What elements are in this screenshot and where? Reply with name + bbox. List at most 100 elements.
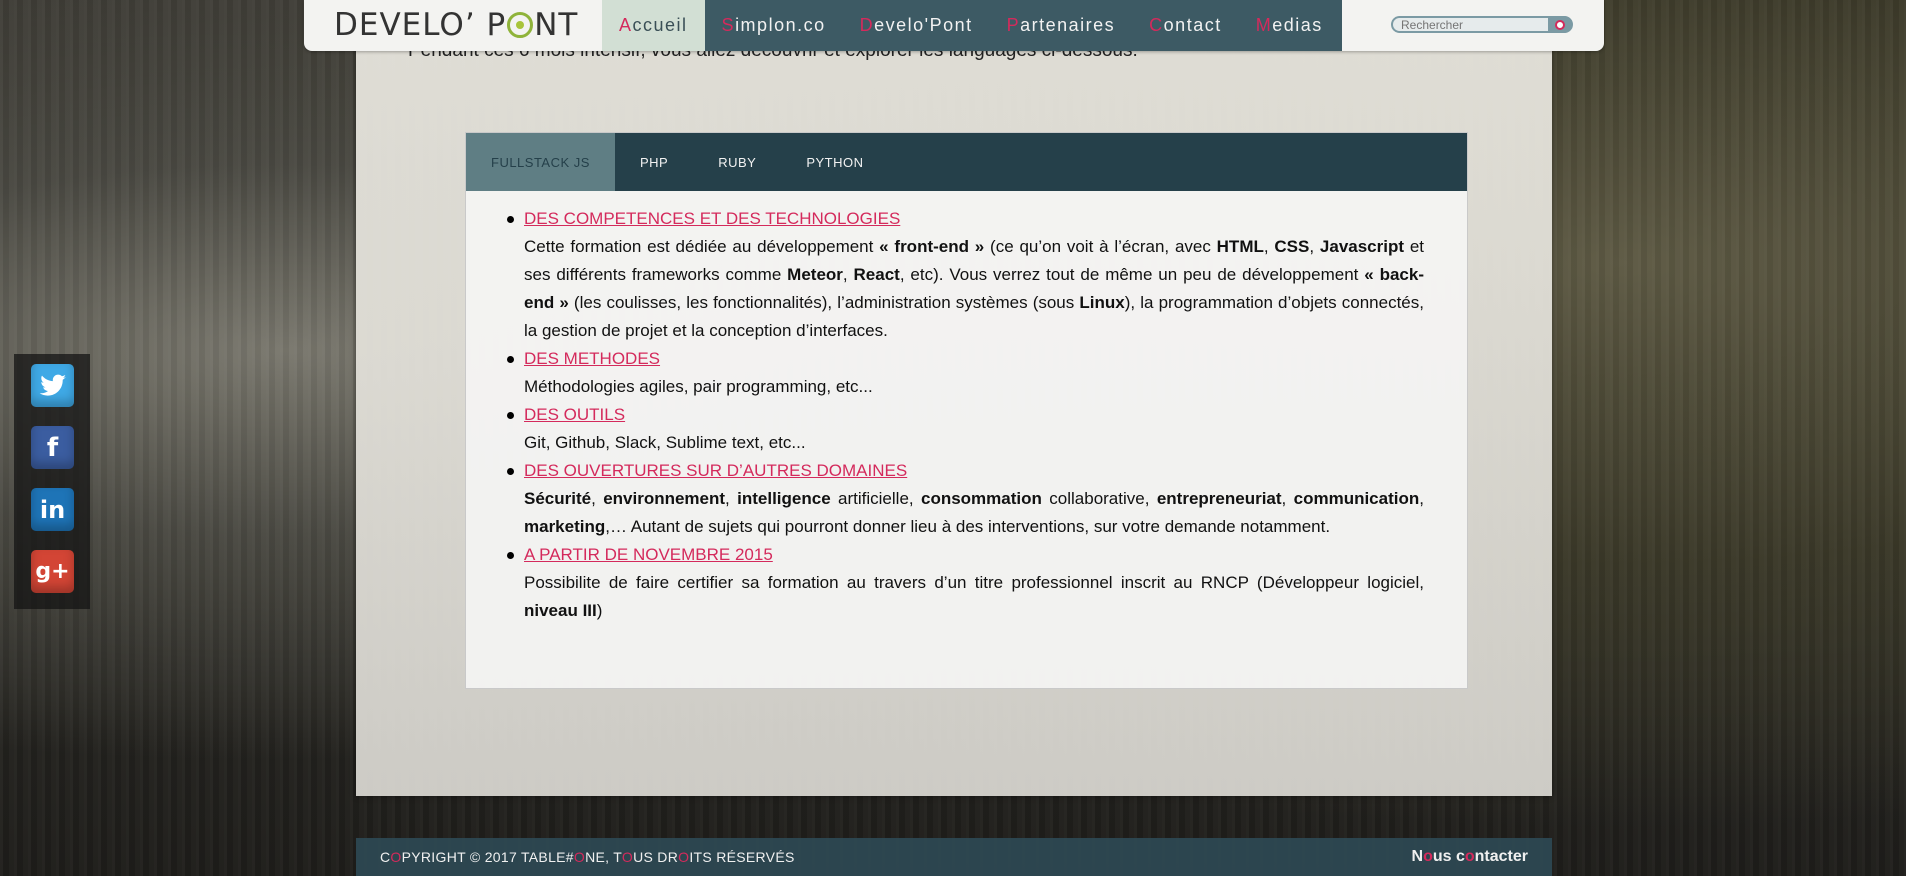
copyright-part: PYRIGHT © 2017 TABLE#: [401, 849, 574, 865]
linkedin-icon[interactable]: in: [31, 488, 74, 531]
text-span: ): [596, 601, 603, 620]
list-item: DES METHODES Méthodologies agiles, pair …: [507, 345, 1424, 401]
bold-span: niveau III: [524, 601, 597, 620]
tab-fullstack-js[interactable]: FULLSTACK JS: [466, 133, 615, 191]
bold-span: intelligence: [737, 489, 831, 508]
nav-partenaires[interactable]: Partenaires: [990, 0, 1133, 51]
text-span: ,… Autant de sujets qui pourront donner …: [605, 517, 1331, 536]
list-item: DES OUVERTURES SUR D’AUTRES DOMAINES Séc…: [507, 457, 1424, 541]
text-span: ,: [1419, 489, 1424, 508]
item-link-novembre[interactable]: A PARTIR DE NOVEMBRE 2015: [524, 545, 773, 564]
tab-python[interactable]: PYTHON: [781, 133, 888, 191]
search-button[interactable]: [1548, 16, 1572, 33]
text-span: ,: [842, 265, 854, 284]
site-logo[interactable]: DEVELO’ P NT: [334, 7, 578, 43]
list-item: DES COMPETENCES ET DES TECHNOLOGIES Cett…: [507, 205, 1424, 345]
nav-contact[interactable]: Contact: [1132, 0, 1239, 51]
bold-span: consommation: [921, 489, 1042, 508]
tab-content: DES COMPETENCES ET DES TECHNOLOGIES Cett…: [507, 205, 1424, 625]
contact-link[interactable]: Nous contacter: [1412, 848, 1529, 866]
logo-text-a: DEVELO’ P: [334, 7, 507, 43]
text-span: ,: [591, 489, 604, 508]
copyright-accent: O: [678, 849, 690, 865]
copyright-accent: O: [621, 849, 634, 865]
nav-medias-initial: M: [1255, 15, 1273, 35]
nav-medias[interactable]: Medias: [1239, 0, 1340, 51]
nav-medias-label: edias: [1272, 15, 1323, 35]
tab-bar: FULLSTACK JS PHP RUBY PYTHON: [466, 133, 1467, 191]
logo-o-icon: [507, 12, 534, 38]
copyright-text: COPYRIGHT © 2017 TABLE#ONE, TOUS DROITS …: [380, 849, 795, 865]
bold-span: communication: [1293, 489, 1420, 508]
item-link-methodes[interactable]: DES METHODES: [524, 349, 660, 368]
course-tabs: FULLSTACK JS PHP RUBY PYTHON DES COMPETE…: [465, 132, 1468, 689]
item-link-competences[interactable]: DES COMPETENCES ET DES TECHNOLOGIES: [524, 209, 900, 228]
contact-part: N: [1411, 848, 1424, 865]
feature-list: DES COMPETENCES ET DES TECHNOLOGIES Cett…: [507, 205, 1424, 625]
copyright-accent: O: [573, 849, 586, 865]
facebook-icon[interactable]: f: [31, 426, 74, 469]
item-text-methodes: Méthodologies agiles, pair programming, …: [524, 377, 873, 396]
list-item: DES OUTILS Git, Github, Slack, Sublime t…: [507, 401, 1424, 457]
nav-partenaires-label: artenaires: [1020, 15, 1116, 35]
text-span: ,: [725, 489, 738, 508]
twitter-icon[interactable]: [31, 364, 74, 407]
tab-ruby[interactable]: RUBY: [693, 133, 781, 191]
nav-accueil-label: ccueil: [632, 15, 688, 35]
text-span: ,: [1263, 237, 1275, 256]
item-text-ouvertures: Sécurité, environnement, intelligence ar…: [524, 485, 1424, 541]
bold-span: React: [853, 265, 900, 284]
nav-simplon-label: implon.co: [735, 15, 826, 35]
text-span: ,: [1281, 489, 1294, 508]
tab-php[interactable]: PHP: [615, 133, 693, 191]
copyright-part: ITS RÉSERVÉS: [689, 849, 795, 865]
copyright-part: NE, T: [585, 849, 622, 865]
nav-simplon[interactable]: Simplon.co: [705, 0, 843, 51]
main-nav: Accueil Simplon.co Develo'Pont Partenair…: [602, 0, 1342, 51]
nav-developont-label: evelo'Pont: [874, 15, 973, 35]
item-link-ouvertures[interactable]: DES OUVERTURES SUR D’AUTRES DOMAINES: [524, 461, 907, 480]
bold-span: Sécurité: [524, 489, 592, 508]
copyright-part: C: [380, 849, 391, 865]
bold-span: marketing: [524, 517, 606, 536]
copyright-part: US DR: [633, 849, 679, 865]
nav-simplon-initial: S: [721, 15, 736, 35]
twitter-bird-glyph: [39, 374, 66, 396]
bold-span: entrepreneuriat: [1156, 489, 1282, 508]
contact-part: ntacter: [1474, 848, 1528, 865]
text-span: ,: [1309, 237, 1320, 256]
text-span: (ce qu’on voit à l’écran, avec: [984, 237, 1217, 256]
nav-contact-label: ontact: [1163, 15, 1222, 35]
nav-partenaires-initial: P: [1006, 15, 1021, 35]
nav-accueil-initial: A: [619, 15, 633, 35]
bold-span: CSS: [1274, 237, 1310, 256]
item-link-outils[interactable]: DES OUTILS: [524, 405, 625, 424]
contact-accent: o: [1464, 848, 1475, 865]
bold-span: « front-end »: [879, 237, 985, 256]
bold-span: environnement: [603, 489, 726, 508]
bold-span: Javascript: [1319, 237, 1405, 256]
nav-accueil[interactable]: Accueil: [602, 0, 705, 51]
text-span: Possibilite de faire certifier sa format…: [524, 573, 1424, 592]
bold-span: Linux: [1079, 293, 1125, 312]
item-text-outils: Git, Github, Slack, Sublime text, etc...: [524, 433, 806, 452]
site-footer: COPYRIGHT © 2017 TABLE#ONE, TOUS DROITS …: [356, 838, 1552, 876]
contact-part: us c: [1432, 848, 1465, 865]
list-item: A PARTIR DE NOVEMBRE 2015 Possibilite de…: [507, 541, 1424, 625]
bold-span: HTML: [1216, 237, 1264, 256]
search-input[interactable]: [1401, 17, 1545, 32]
item-text-novembre: Possibilite de faire certifier sa format…: [524, 569, 1424, 625]
google-plus-icon[interactable]: g+: [31, 550, 74, 593]
search-field: [1391, 16, 1573, 33]
nav-developont[interactable]: Develo'Pont: [843, 0, 990, 51]
logo-text-b: NT: [534, 7, 579, 43]
text-span: , etc). Vous verrez tout de même un peu …: [899, 265, 1365, 284]
search-icon: [1555, 19, 1565, 30]
text-span: collaborative,: [1041, 489, 1157, 508]
text-span: (les coulisses, les fonctionnalités), l’…: [568, 293, 1080, 312]
bold-span: Meteor: [787, 265, 843, 284]
social-bar: f in g+: [14, 354, 90, 609]
text-span: artificielle,: [830, 489, 921, 508]
nav-developont-initial: D: [859, 15, 875, 35]
site-header: DEVELO’ P NT Accueil Simplon.co Develo'Po…: [304, 0, 1604, 51]
